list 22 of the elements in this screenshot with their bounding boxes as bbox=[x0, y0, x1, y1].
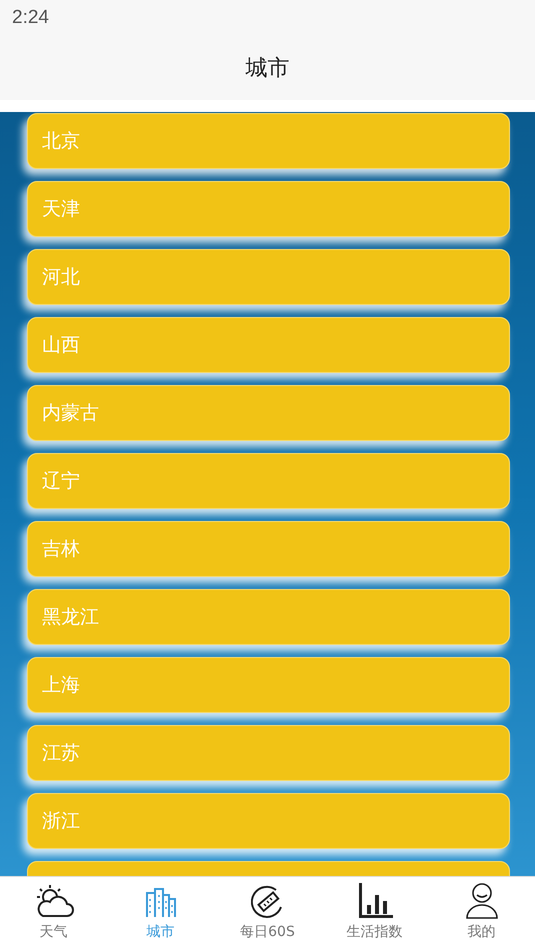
city-item[interactable]: 吉林 bbox=[27, 521, 510, 577]
city-item[interactable]: 上海 bbox=[27, 657, 510, 713]
tab[interactable]: 我的 bbox=[428, 877, 535, 951]
city-item[interactable]: 河北 bbox=[27, 249, 510, 305]
city-item[interactable]: 辽宁 bbox=[27, 453, 510, 509]
city-item[interactable]: 山西 bbox=[27, 317, 510, 373]
bar-chart-icon bbox=[356, 883, 392, 919]
city-item[interactable]: 天津 bbox=[27, 181, 510, 237]
city-item[interactable]: 江苏 bbox=[27, 725, 510, 781]
tab[interactable]: 生活指数 bbox=[321, 877, 428, 951]
tab[interactable]: 天气 bbox=[0, 877, 107, 951]
city-item[interactable]: 北京 bbox=[27, 113, 510, 169]
status-time: 2:24 bbox=[12, 6, 49, 30]
page-title: 城市 bbox=[246, 54, 290, 82]
tab[interactable]: 城市 bbox=[107, 877, 214, 951]
city-item[interactable]: 内蒙古 bbox=[27, 385, 510, 441]
ruler-circle-icon bbox=[250, 885, 284, 919]
buildings-icon bbox=[144, 887, 176, 919]
city-item[interactable]: 黑龙江 bbox=[27, 589, 510, 645]
city-item[interactable]: 浙江 bbox=[27, 793, 510, 849]
tab[interactable]: 每日60S bbox=[214, 877, 321, 951]
user-icon bbox=[466, 883, 498, 919]
